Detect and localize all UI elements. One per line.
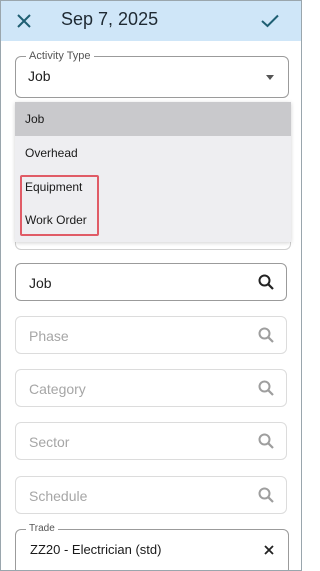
- app-header: Sep 7, 2025: [1, 1, 301, 41]
- schedule-placeholder: Schedule: [29, 488, 88, 504]
- search-icon[interactable]: [258, 380, 274, 396]
- close-icon: [264, 545, 274, 555]
- close-icon: [17, 14, 31, 28]
- highlight-annotation: [20, 175, 99, 236]
- trade-value: ZZ20 - Electrician (std): [30, 542, 162, 557]
- confirm-button[interactable]: [259, 10, 281, 32]
- chevron-down-icon: [266, 75, 274, 80]
- search-icon[interactable]: [258, 487, 274, 503]
- menu-item-job[interactable]: Job: [15, 102, 291, 136]
- search-icon[interactable]: [258, 433, 274, 449]
- search-icon[interactable]: [258, 274, 274, 290]
- menu-item-label: Job: [25, 112, 45, 126]
- job-field-text: Job: [29, 275, 52, 291]
- check-icon: [261, 14, 279, 28]
- activity-type-label: Activity Type: [26, 50, 94, 62]
- phase-placeholder: Phase: [29, 328, 69, 344]
- mobile-screen: Sep 7, 2025 Activity Type Job Job Overhe…: [0, 0, 302, 571]
- phase-field[interactable]: Phase: [15, 316, 287, 354]
- clear-button[interactable]: [262, 543, 276, 557]
- close-button[interactable]: [13, 10, 35, 32]
- category-placeholder: Category: [29, 381, 86, 397]
- trade-field[interactable]: Trade ZZ20 - Electrician (std): [15, 523, 289, 570]
- activity-type-select[interactable]: Activity Type Job: [15, 50, 289, 98]
- menu-item-overhead[interactable]: Overhead: [15, 136, 291, 170]
- page-title: Sep 7, 2025: [61, 9, 159, 29]
- category-field[interactable]: Category: [15, 369, 287, 407]
- trade-label: Trade: [26, 523, 58, 534]
- search-icon[interactable]: [258, 327, 274, 343]
- schedule-field[interactable]: Schedule: [15, 476, 287, 514]
- job-field[interactable]: Job: [15, 263, 287, 301]
- activity-type-value: Job: [28, 68, 51, 84]
- sector-placeholder: Sector: [29, 434, 70, 450]
- menu-item-label: Overhead: [25, 146, 78, 160]
- sector-field[interactable]: Sector: [15, 422, 287, 460]
